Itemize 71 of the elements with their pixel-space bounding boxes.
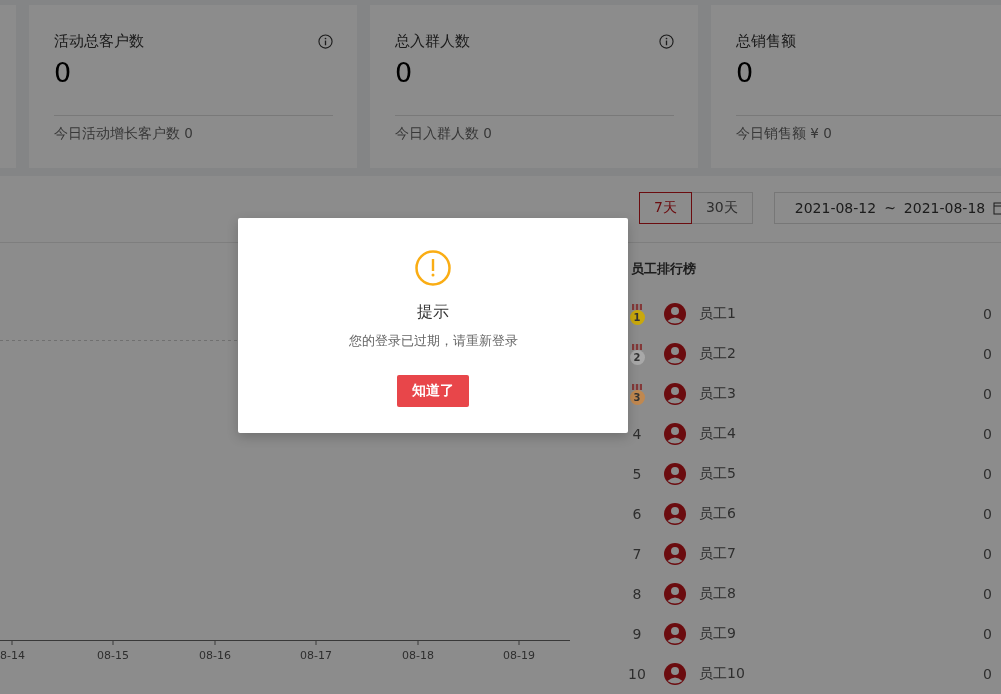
employee-name: 员工8	[699, 585, 737, 603]
employee-name: 员工3	[699, 385, 737, 403]
rank-number: 8	[631, 586, 643, 602]
axis-label: 08-19	[503, 649, 535, 662]
range-tab[interactable]: 7天	[639, 192, 692, 224]
ribbon-icon	[632, 383, 642, 390]
rank-number: 5	[631, 466, 643, 482]
employee-score: 0	[983, 386, 992, 402]
avatar-icon	[663, 622, 687, 646]
avatar-icon	[663, 462, 687, 486]
employee-score: 0	[983, 306, 992, 322]
employee-score: 0	[983, 626, 992, 642]
rank-number: 4	[631, 426, 643, 442]
stat-footer: 今日入群人数 0	[395, 125, 674, 143]
employee-name: 员工9	[699, 625, 737, 643]
dialog-message: 您的登录已过期，请重新登录	[348, 333, 518, 350]
employee-score: 0	[983, 346, 992, 362]
axis-label: 08-17	[300, 649, 332, 662]
date-separator: ~	[884, 200, 896, 216]
employee-score: 0	[983, 466, 992, 482]
employee-name: 员工4	[699, 425, 737, 443]
employee-name: 员工6	[699, 505, 737, 523]
employee-name: 员工1	[699, 305, 737, 323]
avatar-icon	[663, 422, 687, 446]
rank-number: 7	[631, 546, 643, 562]
stat-title: 总销售额	[736, 31, 796, 51]
employee-name: 员工2	[699, 345, 737, 363]
acknowledge-button[interactable]: 知道了	[397, 375, 469, 407]
avatar-icon	[663, 662, 687, 686]
axis-label: 08-16	[199, 649, 231, 662]
stat-value: 0	[736, 56, 755, 90]
stat-title: 活动总客户数	[54, 31, 144, 51]
rank-number: 6	[631, 506, 643, 522]
avatar-icon	[663, 582, 687, 606]
ribbon-icon	[632, 343, 642, 350]
axis-label: 8-14	[0, 649, 25, 662]
employee-score: 0	[983, 666, 992, 682]
stat-footer: 今日销售额 ¥ 0	[736, 125, 1001, 143]
avatar-icon	[663, 502, 687, 526]
avatar-icon	[663, 542, 687, 566]
employee-name: 员工7	[699, 545, 737, 563]
employee-score: 0	[983, 426, 992, 442]
dialog-title: 提示	[417, 302, 449, 323]
axis-label: 08-15	[97, 649, 129, 662]
info-icon[interactable]	[659, 33, 674, 49]
start-date: 2021-08-12	[794, 200, 877, 216]
avatar-icon	[663, 302, 687, 326]
rank-medal: 2	[629, 349, 645, 365]
employee-name: 员工10	[699, 665, 746, 683]
info-icon[interactable]	[318, 33, 333, 49]
ranking-title: 员工排行榜	[630, 260, 697, 278]
rank-number: 9	[631, 626, 643, 642]
rank-medal: 1	[629, 309, 645, 325]
employee-score: 0	[983, 506, 992, 522]
warning-icon	[415, 250, 451, 286]
avatar-icon	[663, 382, 687, 406]
date-range-field[interactable]: 2021-08-12 ~ 2021-08-18	[773, 192, 1001, 224]
rank-medal: 3	[629, 389, 645, 405]
stat-footer: 今日活动增长客户数 0	[54, 125, 333, 143]
rank-number: 10	[627, 666, 647, 682]
stat-value: 0	[395, 56, 414, 90]
employee-name: 员工5	[699, 465, 737, 483]
employee-score: 0	[983, 546, 992, 562]
axis-label: 08-18	[402, 649, 434, 662]
stat-title: 总入群人数	[395, 31, 470, 51]
stat-value: 0	[54, 56, 73, 90]
employee-score: 0	[983, 586, 992, 602]
range-tab[interactable]: 30天	[690, 192, 753, 224]
avatar-icon	[663, 342, 687, 366]
end-date: 2021-08-18	[903, 200, 986, 216]
ribbon-icon	[632, 303, 642, 310]
